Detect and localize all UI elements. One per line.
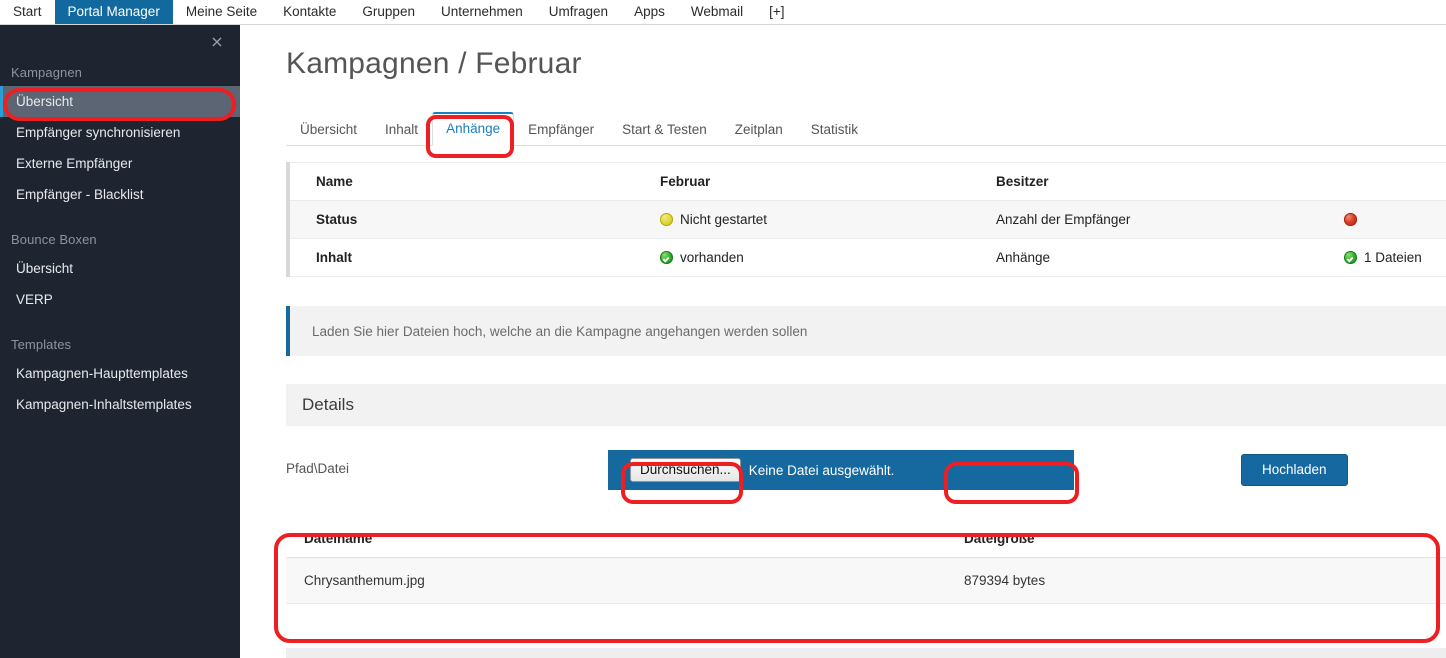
- topnav-item-webmail[interactable]: Webmail: [678, 0, 756, 24]
- info-banner: Laden Sie hier Dateien hoch, welche an d…: [286, 306, 1446, 356]
- sidebar-item-label: Empfänger - Blacklist: [16, 187, 144, 202]
- top-navigation-bar: Start Portal Manager Meine Seite Kontakt…: [0, 0, 1446, 25]
- application-window: Start Portal Manager Meine Seite Kontakt…: [0, 0, 1446, 658]
- topnav-item-gruppen[interactable]: Gruppen: [349, 0, 428, 24]
- sidebar-item-label: Externe Empfänger: [16, 156, 133, 171]
- details-section-header: Details: [286, 384, 1446, 426]
- sidebar-item-label: Übersicht: [16, 261, 74, 276]
- tab-inhalt[interactable]: Inhalt: [371, 114, 432, 146]
- content-value-text: vorhanden: [680, 250, 744, 265]
- sidebar-group-templates-label: Templates: [11, 337, 72, 352]
- file-selection-status: Keine Datei ausgewählt.: [748, 462, 895, 478]
- cell-filename: Chrysanthemum.jpg: [286, 557, 946, 604]
- column-header-dateigroesse: Dateigröße: [946, 522, 1434, 558]
- sidebar-item-label: VERP: [16, 292, 53, 307]
- campaign-status-panel: Name Februar Besitzer Status Nicht gesta…: [286, 162, 1446, 277]
- status-cell-name-value: Februar: [634, 162, 970, 201]
- sidebar-item-bounce-uebersicht[interactable]: Übersicht: [0, 253, 240, 284]
- file-path-label: Pfad\Datei: [286, 461, 350, 476]
- file-upload-row: Pfad\Datei Durchsuchen... Keine Datei au…: [286, 450, 1446, 495]
- table-row: Chrysanthemum.jpg 879394 bytes ✖: [286, 557, 1446, 604]
- browse-button[interactable]: Durchsuchen...: [630, 458, 741, 482]
- column-header-dateiname: Dateiname: [286, 522, 946, 558]
- sidebar-item-label: Kampagnen-Haupttemplates: [16, 366, 188, 381]
- table-body: Chrysanthemum.jpg 879394 bytes ✖: [286, 557, 1446, 604]
- table-row: Inhalt vorhanden Anhänge 1 Dateien: [290, 238, 1446, 277]
- sidebar-item-kampagnen-inhaltstemplates[interactable]: Kampagnen-Inhaltstemplates: [0, 389, 240, 420]
- sidebar-item-label: Empfänger synchronisieren: [16, 125, 181, 140]
- upload-button[interactable]: Hochladen: [1241, 454, 1348, 486]
- status-value-text: Nicht gestartet: [680, 212, 768, 227]
- sidebar-item-kampagnen-uebersicht[interactable]: Übersicht: [0, 86, 240, 117]
- topnav-item-start[interactable]: Start: [0, 0, 55, 24]
- status-cell-name-label: Name: [290, 162, 634, 201]
- sidebar-group-kampagnen-label: Kampagnen: [11, 65, 83, 80]
- campaign-status-table: Name Februar Besitzer Status Nicht gesta…: [290, 162, 1446, 277]
- status-cell-owner-value: [1318, 162, 1446, 201]
- status-cell-content-value: vorhanden: [634, 238, 970, 277]
- topnav-item-add-more[interactable]: [+]: [756, 0, 797, 24]
- attachments-value-text: 1 Dateien: [1364, 250, 1422, 265]
- topnav-item-kontakte[interactable]: Kontakte: [270, 0, 349, 24]
- red-status-dot-icon: [1344, 213, 1357, 226]
- status-cell-recipients-value: [1318, 200, 1446, 239]
- table-header: Dateiname Dateigröße Löschen: [286, 522, 1446, 558]
- tab-statistik[interactable]: Statistik: [797, 114, 872, 146]
- status-cell-content-label: Inhalt: [290, 238, 634, 277]
- page-title: Kampagnen / Februar: [286, 47, 582, 80]
- table-row: Name Februar Besitzer: [290, 162, 1446, 201]
- status-cell-status-value: Nicht gestartet: [634, 200, 970, 239]
- file-input-field[interactable]: Durchsuchen... Keine Datei ausgewählt.: [608, 450, 1074, 490]
- status-cell-attachments-value: 1 Dateien: [1318, 238, 1446, 277]
- green-check-dot-icon: [660, 251, 673, 264]
- close-icon[interactable]: ×: [206, 31, 228, 53]
- sidebar-item-externe-empfaenger[interactable]: Externe Empfänger: [0, 148, 240, 179]
- bottom-panel-strip: [286, 648, 1446, 658]
- attached-files-panel: Dateiname Dateigröße Löschen Chrysanthem…: [286, 522, 1446, 604]
- attached-files-table: Dateiname Dateigröße Löschen Chrysanthem…: [286, 522, 1446, 604]
- topnav-item-apps[interactable]: Apps: [621, 0, 678, 24]
- sidebar-content: Kampagnen Übersicht Empfänger synchronis…: [0, 25, 240, 420]
- topnav-item-portal-manager[interactable]: Portal Manager: [54, 0, 173, 24]
- sidebar-item-label: Übersicht: [16, 94, 74, 109]
- topnav-item-meine-seite[interactable]: Meine Seite: [173, 0, 270, 24]
- table-row: Status Nicht gestartet Anzahl der Empfän…: [290, 200, 1446, 239]
- cell-filesize: 879394 bytes: [946, 557, 1434, 604]
- tab-uebersicht[interactable]: Übersicht: [286, 114, 371, 146]
- sidebar-item-verp[interactable]: VERP: [0, 284, 240, 315]
- column-header-loeschen: Löschen: [1434, 522, 1446, 558]
- sidebar-item-kampagnen-haupttemplates[interactable]: Kampagnen-Haupttemplates: [0, 358, 240, 389]
- tab-start-und-testen[interactable]: Start & Testen: [608, 114, 721, 146]
- sidebar-item-empfaenger-blacklist[interactable]: Empfänger - Blacklist: [0, 179, 240, 210]
- status-cell-recipients-label: Anzahl der Empfänger: [970, 200, 1318, 239]
- tab-empfaenger[interactable]: Empfänger: [514, 114, 608, 146]
- info-banner-text: Laden Sie hier Dateien hoch, welche an d…: [312, 323, 808, 339]
- tab-anhaenge[interactable]: Anhänge: [432, 112, 515, 146]
- cell-delete: ✖: [1434, 557, 1446, 604]
- sidebar-group-bounce-boxen-label: Bounce Boxen: [11, 232, 97, 247]
- topnav-item-unternehmen[interactable]: Unternehmen: [428, 0, 536, 24]
- sidebar-item-label: Kampagnen-Inhaltstemplates: [16, 397, 192, 412]
- sidebar-item-empfaenger-synchronisieren[interactable]: Empfänger synchronisieren: [0, 117, 240, 148]
- tab-zeitplan[interactable]: Zeitplan: [721, 114, 797, 146]
- green-check-dot-icon: [1344, 251, 1357, 264]
- status-cell-status-label: Status: [290, 200, 634, 239]
- table-row: Dateiname Dateigröße Löschen: [286, 522, 1446, 558]
- tab-bar: Übersicht Inhalt Anhänge Empfänger Start…: [286, 112, 1446, 146]
- status-cell-attachments-label: Anhänge: [970, 238, 1318, 277]
- status-cell-owner-label: Besitzer: [970, 162, 1318, 201]
- yellow-status-dot-icon: [660, 213, 673, 226]
- topnav-item-umfragen[interactable]: Umfragen: [536, 0, 621, 24]
- main-content: Kampagnen / Februar Übersicht Inhalt Anh…: [240, 25, 1446, 658]
- details-heading: Details: [302, 395, 354, 414]
- sidebar: × Kampagnen Übersicht Empfänger synchron…: [0, 25, 240, 658]
